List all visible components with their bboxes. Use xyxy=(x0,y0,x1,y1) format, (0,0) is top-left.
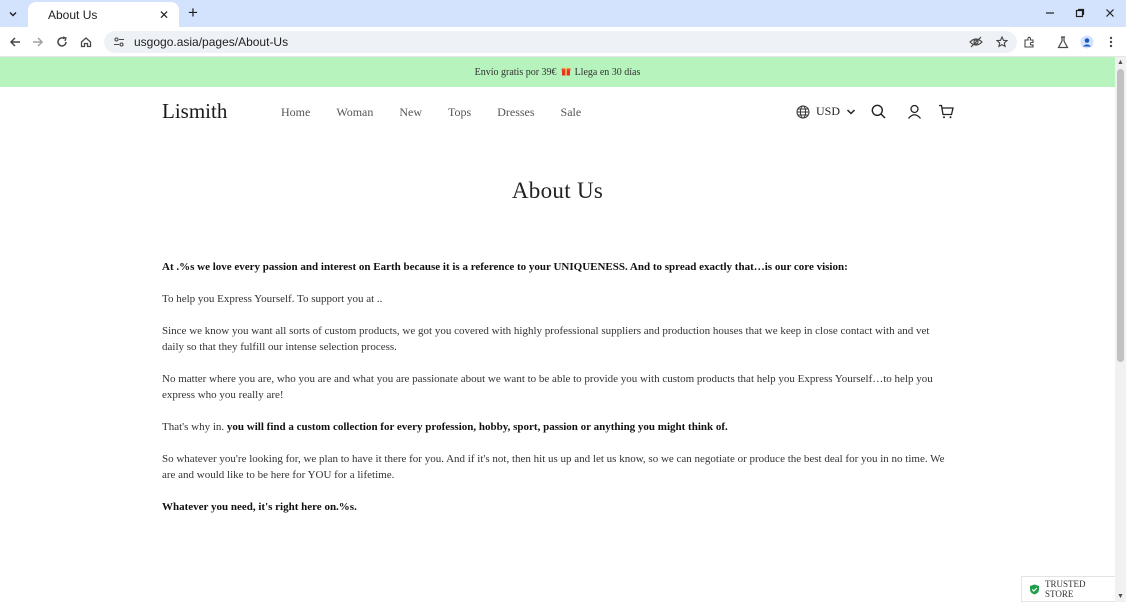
home-icon[interactable] xyxy=(75,31,97,53)
close-window-icon[interactable] xyxy=(1095,3,1125,23)
paragraph-suppliers: Since we know you want all sorts of cust… xyxy=(162,325,930,353)
nav-item-tops[interactable]: Tops xyxy=(448,105,471,120)
new-tab-plus-icon[interactable]: + xyxy=(184,3,202,22)
paragraph-express: To help you Express Yourself. To support… xyxy=(162,293,383,305)
announcement-text-delivery: Llega en 30 días xyxy=(574,66,641,78)
nav-item-sale[interactable]: Sale xyxy=(561,105,582,120)
site-logo[interactable]: Lismith xyxy=(162,99,227,124)
paragraph-collection-bold: you will find a custom collection for ev… xyxy=(226,421,728,433)
announcement-bar[interactable]: Envío gratis por 39€ Llega en 30 días xyxy=(0,57,1115,87)
paragraph-lifetime: So whatever you're looking for, we plan … xyxy=(162,453,945,481)
forward-arrow-icon[interactable] xyxy=(27,31,49,53)
tracking-protection-eye-off-icon[interactable] xyxy=(965,31,987,53)
trusted-store-badge[interactable]: TRUSTED STORE xyxy=(1021,576,1115,602)
minimize-icon[interactable] xyxy=(1035,3,1065,23)
nav-item-dresses[interactable]: Dresses xyxy=(497,105,534,120)
nav-item-home[interactable]: Home xyxy=(281,105,310,120)
page-scrollbar[interactable]: ▲ ▼ xyxy=(1115,57,1126,602)
announcement-text-shipping: Envío gratis por 39€ xyxy=(474,66,557,78)
paragraph-closing-text: Whatever you need, it's right here on.%s… xyxy=(162,501,357,513)
currency-selector[interactable]: USD xyxy=(796,104,856,119)
labs-flask-icon[interactable] xyxy=(1052,31,1074,53)
paragraph-collection-plain: That's why in. xyxy=(162,421,227,433)
browser-tab-bar: About Us ✕ + xyxy=(0,0,1126,27)
gift-icon xyxy=(561,66,571,79)
scrollbar-thumb[interactable] xyxy=(1117,69,1124,362)
trusted-store-label: TRUSTED STORE xyxy=(1045,579,1086,599)
site-info-icon[interactable] xyxy=(112,35,126,49)
nav-item-woman[interactable]: Woman xyxy=(336,105,373,120)
chevron-down-icon xyxy=(846,108,856,116)
extensions-puzzle-icon[interactable] xyxy=(1018,31,1040,53)
tab-close-icon[interactable]: ✕ xyxy=(157,8,171,22)
browser-menu-kebab-icon[interactable] xyxy=(1100,31,1122,53)
address-bar[interactable]: usgogo.asia/pages/About-Us xyxy=(104,31,1017,53)
browser-toolbar: usgogo.asia/pages/About-Us xyxy=(0,27,1126,57)
globe-icon xyxy=(796,105,810,119)
paragraph-closing: Whatever you need, it's right here on.%s… xyxy=(162,499,952,515)
paragraph-passion: No matter where you are, who you are and… xyxy=(162,373,933,401)
main-nav: Home Woman New Tops Dresses Sale xyxy=(281,105,607,120)
profile-avatar-icon[interactable] xyxy=(1076,31,1098,53)
bookmark-star-icon[interactable] xyxy=(991,31,1013,53)
paragraph-vision-text: At .%s we love every passion and interes… xyxy=(162,261,848,273)
url-text[interactable]: usgogo.asia/pages/About-Us xyxy=(134,35,965,49)
shield-check-icon xyxy=(1029,584,1040,595)
tab-title: About Us xyxy=(48,7,98,22)
browser-tab[interactable]: About Us ✕ xyxy=(28,2,179,27)
currency-label: USD xyxy=(816,104,841,118)
scroll-up-arrow-icon[interactable]: ▲ xyxy=(1115,57,1126,68)
scroll-down-arrow-icon[interactable]: ▼ xyxy=(1115,591,1126,602)
reload-icon[interactable] xyxy=(51,31,73,53)
page-viewport: Envío gratis por 39€ Llega en 30 días Li… xyxy=(0,57,1115,602)
tab-search-chevron-icon[interactable] xyxy=(4,5,22,23)
paragraph-vision: At .%s we love every passion and interes… xyxy=(162,259,952,275)
restore-icon[interactable] xyxy=(1065,3,1095,23)
about-content: At .%s we love every passion and interes… xyxy=(162,259,952,531)
site-header: Lismith Home Woman New Tops Dresses Sale… xyxy=(0,87,1115,137)
page-title: About Us xyxy=(511,178,604,203)
search-icon[interactable] xyxy=(870,103,886,119)
paragraph-collection: That's why in. you will find a custom co… xyxy=(162,419,952,435)
nav-item-new[interactable]: New xyxy=(399,105,422,120)
back-arrow-icon[interactable] xyxy=(4,31,26,53)
account-user-icon[interactable] xyxy=(906,103,922,119)
cart-icon[interactable] xyxy=(938,103,954,119)
